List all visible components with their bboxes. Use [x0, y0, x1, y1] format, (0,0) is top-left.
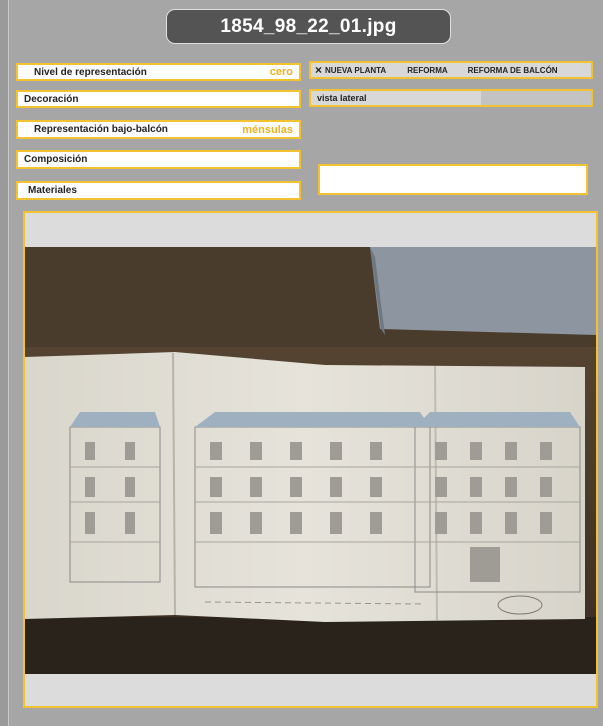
composicion-label: Composición	[24, 154, 88, 165]
decoracion-field[interactable]: Decoración	[16, 90, 301, 108]
filename-text: 1854_98_22_01.jpg	[220, 15, 397, 37]
bajo-balcon-field[interactable]: Representación bajo-balcón ménsulas	[16, 120, 301, 139]
left-rail	[0, 0, 9, 726]
building-type-options: × NUEVA PLANTA REFORMA REFORMA DE BALCÓN	[309, 61, 593, 79]
nivel-representacion-label: Nivel de representación	[34, 66, 147, 78]
bajo-balcon-value: ménsulas	[242, 123, 293, 136]
image-viewer[interactable]	[23, 211, 598, 708]
option-reforma[interactable]: REFORMA	[407, 66, 447, 75]
facade-drawing-photo	[25, 247, 596, 674]
image-filename-title: 1854_98_22_01.jpg	[166, 9, 451, 44]
nivel-representacion-field[interactable]: Nivel de representación cero	[16, 63, 301, 81]
view-type-field[interactable]: vista lateral	[309, 89, 593, 107]
view-type-scroll-area	[481, 91, 591, 105]
close-icon[interactable]: ×	[315, 64, 322, 76]
nivel-representacion-value: cero	[269, 66, 293, 78]
notes-input[interactable]	[318, 164, 588, 195]
materiales-label: Materiales	[28, 185, 77, 196]
option-nueva-planta[interactable]: NUEVA PLANTA	[325, 66, 386, 75]
composicion-field[interactable]: Composición	[16, 150, 301, 169]
bajo-balcon-label: Representación bajo-balcón	[34, 124, 168, 135]
decoracion-label: Decoración	[24, 93, 79, 105]
view-type-label: vista lateral	[317, 93, 367, 103]
materiales-field[interactable]: Materiales	[16, 181, 301, 200]
option-reforma-balcon[interactable]: REFORMA DE BALCÓN	[468, 66, 558, 75]
